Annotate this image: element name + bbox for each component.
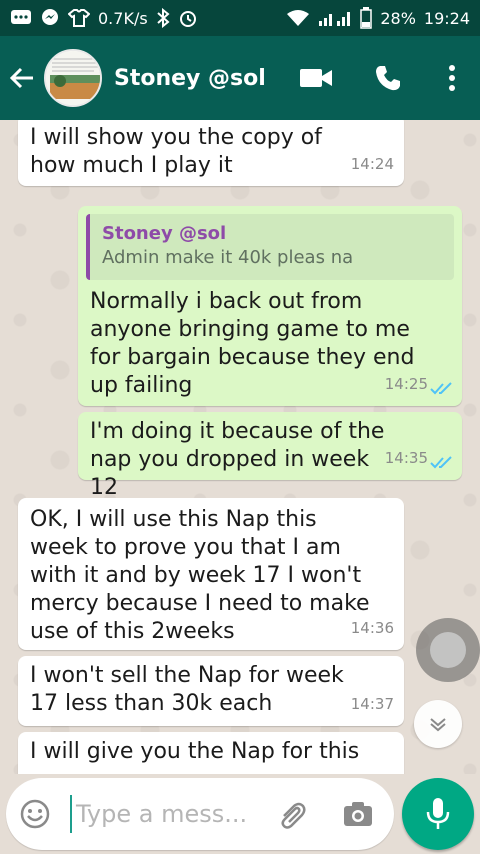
- status-bar: 0.7K/s 28% 19:24: [0, 0, 480, 36]
- outgoing-message[interactable]: I'm doing it because of the nap you drop…: [78, 412, 462, 500]
- signal-icon: [318, 9, 352, 27]
- voice-record-button[interactable]: [402, 778, 474, 850]
- assistive-touch-icon: [430, 632, 466, 668]
- microphone-icon: [426, 798, 450, 829]
- wifi-icon: [286, 9, 310, 27]
- message-text: I won't sell the Nap for week 17 less th…: [30, 663, 344, 716]
- back-button[interactable]: [0, 36, 44, 120]
- text-cursor: [70, 795, 72, 833]
- alarm-icon: [178, 8, 198, 28]
- quoted-author: Stoney @sol: [102, 223, 227, 244]
- message-time: 14:35: [384, 449, 428, 467]
- message-time: 14:37: [350, 695, 394, 713]
- message-text: I'm doing it because of the nap you drop…: [90, 419, 385, 500]
- message-text: I will show you the copy of how much I p…: [30, 125, 322, 178]
- attach-button[interactable]: [272, 794, 312, 834]
- network-speed: 0.7K/s: [98, 8, 148, 28]
- message-input-container[interactable]: Type a mess...: [6, 778, 394, 850]
- status-left: 0.7K/s: [10, 8, 198, 28]
- bluetooth-icon: [156, 8, 170, 28]
- assistive-touch-button[interactable]: [416, 618, 480, 682]
- outgoing-message[interactable]: Stoney @sol Admin make it 40k pleas na N…: [78, 206, 462, 406]
- camera-icon: [344, 802, 372, 826]
- shirt-icon: [68, 8, 90, 28]
- message-input[interactable]: Type a mess...: [76, 800, 247, 828]
- more-options-icon: [449, 65, 455, 91]
- message-text: I will give you the Nap for this: [30, 739, 360, 764]
- emoji-icon: [20, 799, 50, 829]
- incoming-message[interactable]: I will give you the Nap for this: [18, 732, 404, 774]
- battery-icon: [360, 7, 373, 29]
- more-options-button[interactable]: [424, 36, 480, 120]
- message-notification-icon: [10, 9, 32, 27]
- header-actions: [280, 36, 480, 120]
- clock: 19:24: [423, 8, 470, 28]
- voice-call-icon: [376, 66, 400, 91]
- video-call-icon: [300, 69, 332, 87]
- message-text: OK, I will use this Nap this week to pro…: [30, 507, 370, 644]
- video-call-button[interactable]: [280, 36, 352, 120]
- avatar[interactable]: [44, 49, 102, 107]
- read-receipt-icon: [430, 382, 452, 395]
- voice-call-button[interactable]: [352, 36, 424, 120]
- status-right: 28% 19:24: [286, 7, 470, 29]
- paperclip-icon: [281, 802, 306, 829]
- back-arrow-icon: [9, 67, 33, 89]
- message-time: 14:36: [350, 619, 394, 637]
- messenger-icon: [40, 8, 60, 28]
- incoming-message[interactable]: I won't sell the Nap for week 17 less th…: [18, 656, 404, 726]
- message-composer: Type a mess...: [0, 774, 480, 854]
- incoming-message[interactable]: OK, I will use this Nap this week to pro…: [18, 498, 404, 650]
- contact-name[interactable]: Stoney @sol: [114, 66, 266, 91]
- battery-percent: 28%: [380, 8, 416, 28]
- chevron-down-icon: [430, 718, 446, 732]
- scroll-to-bottom-button[interactable]: [414, 700, 462, 748]
- chat-header: Stoney @sol: [0, 36, 480, 120]
- incoming-message[interactable]: I will show you the copy of how much I p…: [18, 120, 404, 186]
- quoted-message[interactable]: Stoney @sol Admin make it 40k pleas na: [86, 214, 454, 280]
- quoted-text: Admin make it 40k pleas na: [102, 247, 354, 268]
- camera-button[interactable]: [338, 794, 378, 834]
- message-time: 14:25: [384, 375, 428, 393]
- emoji-button[interactable]: [6, 778, 64, 850]
- read-receipt-icon: [430, 456, 452, 469]
- message-time: 14:24: [350, 155, 394, 173]
- chat-area[interactable]: I will show you the copy of how much I p…: [0, 120, 480, 774]
